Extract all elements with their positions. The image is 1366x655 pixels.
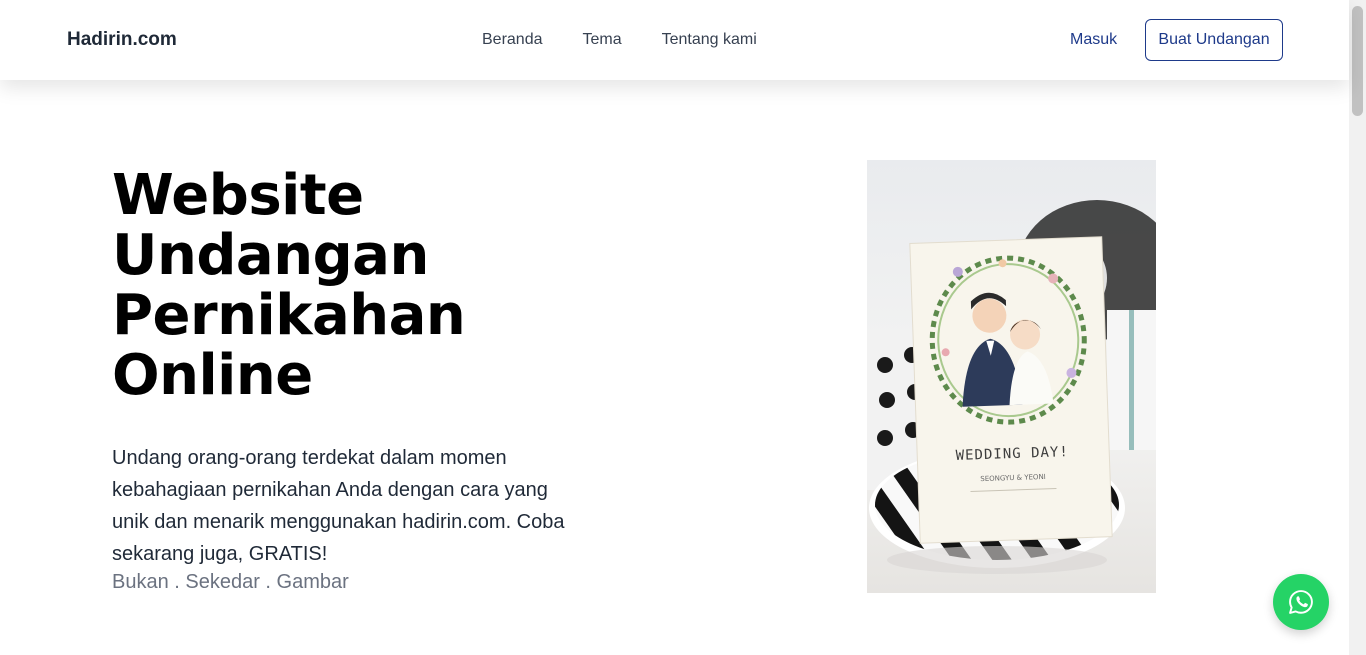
whatsapp-button[interactable]	[1273, 574, 1329, 630]
hero-tagline: Bukan . Sekedar . Gambar	[112, 571, 349, 593]
hero-description: Undang orang-orang terdekat dalam momen …	[112, 447, 565, 565]
wedding-card-photo: WEDDING DAY! SEONGYU & YEONI	[867, 160, 1156, 593]
hero-title-line: Pernikahan	[112, 283, 466, 348]
nav-beranda[interactable]: Beranda	[482, 31, 543, 49]
brand-logo[interactable]: Hadirin.com	[67, 29, 177, 51]
nav-tentang-kami[interactable]: Tentang kami	[662, 31, 757, 49]
page-scrollbar[interactable]	[1349, 0, 1366, 655]
site-header: Hadirin.com Beranda Tema Tentang kami Ma…	[0, 0, 1349, 80]
main-nav: Beranda Tema Tentang kami	[482, 31, 757, 49]
hero-image: WEDDING DAY! SEONGYU & YEONI	[867, 160, 1156, 593]
hero-title: Website Undangan Pernikahan Online	[112, 166, 572, 406]
hero-title-line: Online	[112, 343, 313, 408]
create-invitation-button[interactable]: Buat Undangan	[1145, 19, 1283, 61]
login-link[interactable]: Masuk	[1070, 31, 1117, 49]
scrollbar-thumb[interactable]	[1352, 6, 1363, 116]
hero-title-line: Website	[112, 163, 364, 228]
whatsapp-icon	[1289, 590, 1313, 614]
hero-title-line: Undangan	[112, 223, 429, 288]
nav-tema[interactable]: Tema	[583, 31, 622, 49]
